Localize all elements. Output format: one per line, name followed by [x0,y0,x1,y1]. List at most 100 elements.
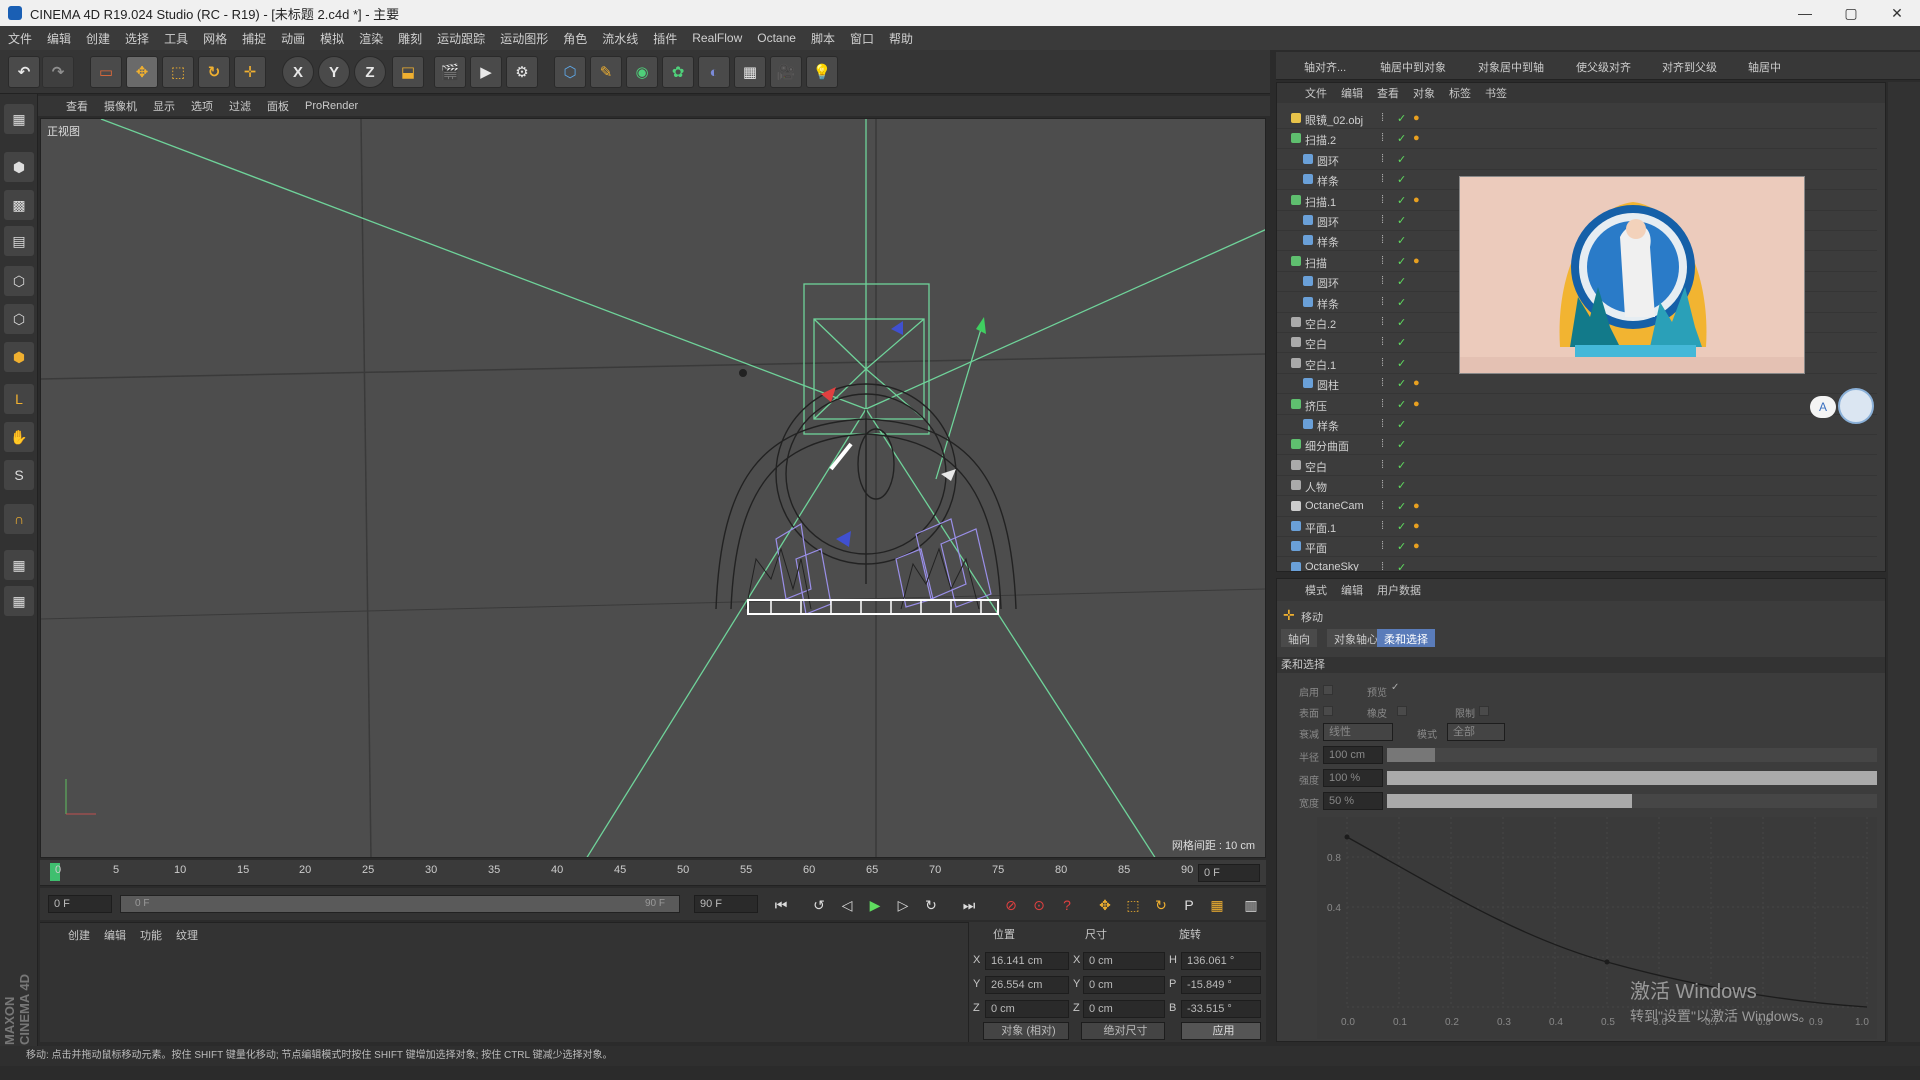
enabled-check-icon[interactable]: ✓ [1397,500,1406,513]
align-to-parent-button[interactable]: 对齐到父级 [1662,59,1717,75]
tag-icon[interactable]: ● [1413,255,1420,267]
preview-checkbox[interactable]: ✓ [1391,682,1399,693]
render-settings-icon[interactable]: ⚙ [506,56,538,88]
pen-spline-icon[interactable]: ✎ [590,56,622,88]
visibility-dots-icon[interactable]: ⁞ [1381,194,1384,206]
next-key-icon[interactable]: ↻ [920,894,942,916]
visibility-dots-icon[interactable]: ⁞ [1381,316,1384,328]
visibility-dots-icon[interactable]: ⁞ [1381,540,1384,552]
tweak-mode-icon[interactable]: ✋ [4,422,34,452]
menu-motion-tracking[interactable]: 运动跟踪 [437,30,485,47]
enable-checkbox[interactable] [1323,685,1333,695]
enabled-check-icon[interactable]: ✓ [1397,561,1406,571]
menu-octane[interactable]: Octane [757,31,796,45]
visibility-dots-icon[interactable]: ⁞ [1381,153,1384,165]
object-row[interactable]: 人物 ⁞ ✓ [1277,476,1877,497]
render-picture-viewer-icon[interactable]: ▶ [470,56,502,88]
visibility-dots-icon[interactable]: ⁞ [1381,520,1384,532]
tag-icon[interactable]: ● [1413,398,1420,410]
visibility-dots-icon[interactable]: ⁞ [1381,418,1384,430]
material-menu-edit[interactable]: 编辑 [104,927,126,943]
object-row[interactable]: OctaneCam ⁞ ✓ ● [1277,497,1877,517]
viewport-menu-options[interactable]: 选项 [191,98,213,114]
enabled-check-icon[interactable]: ✓ [1397,275,1406,288]
object-row[interactable]: 扫描.2 ⁞ ✓ ● [1277,129,1877,150]
record-keys-icon[interactable]: ⊘ [1000,894,1022,916]
menu-simulate[interactable]: 模拟 [320,30,344,47]
play-icon[interactable]: ▶ [864,894,886,916]
tag-icon[interactable]: ● [1413,377,1420,389]
axis-center-object-button[interactable]: 轴居中到对象 [1380,59,1446,75]
frame-range-slider[interactable]: 0 F 90 F [120,895,680,913]
tag-icon[interactable]: ● [1413,194,1420,206]
render-view-icon[interactable]: 🎬 [434,56,466,88]
menu-tools[interactable]: 工具 [164,30,188,47]
visibility-dots-icon[interactable]: ⁞ [1381,459,1384,471]
magnet-icon[interactable]: ∩ [4,504,34,534]
timeline-window-icon[interactable]: ▥ [1240,894,1262,916]
cloner-icon[interactable]: ✿ [662,56,694,88]
menu-mograph[interactable]: 运动图形 [500,30,548,47]
rotate-tool-icon[interactable]: ↻ [198,56,230,88]
visibility-dots-icon[interactable]: ⁞ [1381,500,1384,512]
y-axis-lock-button[interactable]: Y [318,56,350,88]
transform-tool-icon[interactable]: ✛ [234,56,266,88]
visibility-dots-icon[interactable]: ⁞ [1381,479,1384,491]
points-mode-icon[interactable]: ⬡ [4,266,34,296]
tag-icon[interactable]: ● [1413,132,1420,144]
menu-help[interactable]: 帮助 [889,30,913,47]
visibility-dots-icon[interactable]: ⁞ [1381,296,1384,308]
object-row[interactable]: OctaneSky ⁞ ✓ [1277,558,1877,571]
size-mode-select[interactable]: 绝对尺寸 [1081,1022,1165,1040]
object-menu-objects[interactable]: 对象 [1413,85,1435,101]
deformer-icon[interactable]: ◐ [698,56,730,88]
enabled-check-icon[interactable]: ✓ [1397,540,1406,553]
object-menu-edit[interactable]: 编辑 [1341,85,1363,101]
viewport-menu-panel[interactable]: 面板 [267,98,289,114]
snap-icon[interactable]: S [4,460,34,490]
visibility-dots-icon[interactable]: ⁞ [1381,357,1384,369]
visibility-dots-icon[interactable]: ⁞ [1381,255,1384,267]
limit-checkbox[interactable] [1479,706,1489,716]
object-row[interactable]: 圆柱 ⁞ ✓ ● [1277,374,1877,395]
visibility-dots-icon[interactable]: ⁞ [1381,132,1384,144]
object-row[interactable]: 平面.1 ⁞ ✓ ● [1277,517,1877,537]
object-menu-view[interactable]: 查看 [1377,85,1399,101]
pos-x-field[interactable]: 16.141 cm [985,952,1069,970]
axis-center-button[interactable]: 轴居中 [1748,59,1781,75]
minimize-button[interactable]: — [1782,0,1828,26]
viewport-menu-prorender[interactable]: ProRender [305,100,358,112]
viewport-menu-display[interactable]: 显示 [153,98,175,114]
object-row[interactable]: 平面 ⁞ ✓ ● [1277,537,1877,558]
material-menu-texture[interactable]: 纹理 [176,927,198,943]
autokey-icon[interactable]: ⊙ [1028,894,1050,916]
undo-icon[interactable]: ↶ [8,56,40,88]
enabled-check-icon[interactable]: ✓ [1397,377,1406,390]
coordinate-system-icon[interactable]: ⬓ [392,56,424,88]
locked-workplane-icon[interactable]: ▦ [4,586,34,616]
visibility-dots-icon[interactable]: ⁞ [1381,214,1384,226]
axis-mode-icon[interactable]: L [4,384,34,414]
visibility-dots-icon[interactable]: ⁞ [1381,398,1384,410]
start-frame-field[interactable]: 0 F [48,895,112,913]
cube-primitive-icon[interactable]: ⬡ [554,56,586,88]
enabled-check-icon[interactable]: ✓ [1397,296,1406,309]
width-field[interactable]: 50 % [1323,792,1383,810]
enabled-check-icon[interactable]: ✓ [1397,194,1406,207]
enabled-check-icon[interactable]: ✓ [1397,132,1406,145]
width-slider[interactable] [1387,794,1877,808]
size-y-field[interactable]: 0 cm [1083,976,1165,994]
object-row[interactable]: 圆环 ⁞ ✓ [1277,150,1877,170]
viewport-menu-filter[interactable]: 过滤 [229,98,251,114]
tag-icon[interactable]: ● [1413,540,1420,552]
rot-b-field[interactable]: -33.515 ° [1181,1000,1261,1018]
visibility-dots-icon[interactable]: ⁞ [1381,561,1384,571]
enabled-check-icon[interactable]: ✓ [1397,479,1406,492]
key-position-icon[interactable]: ✥ [1094,894,1116,916]
menu-mesh[interactable]: 网格 [203,30,227,47]
tag-icon[interactable]: ● [1413,112,1420,124]
enabled-check-icon[interactable]: ✓ [1397,418,1406,431]
enabled-check-icon[interactable]: ✓ [1397,153,1406,166]
go-to-start-icon[interactable]: ⏮ [770,894,792,916]
object-menu-file[interactable]: 文件 [1305,85,1327,101]
